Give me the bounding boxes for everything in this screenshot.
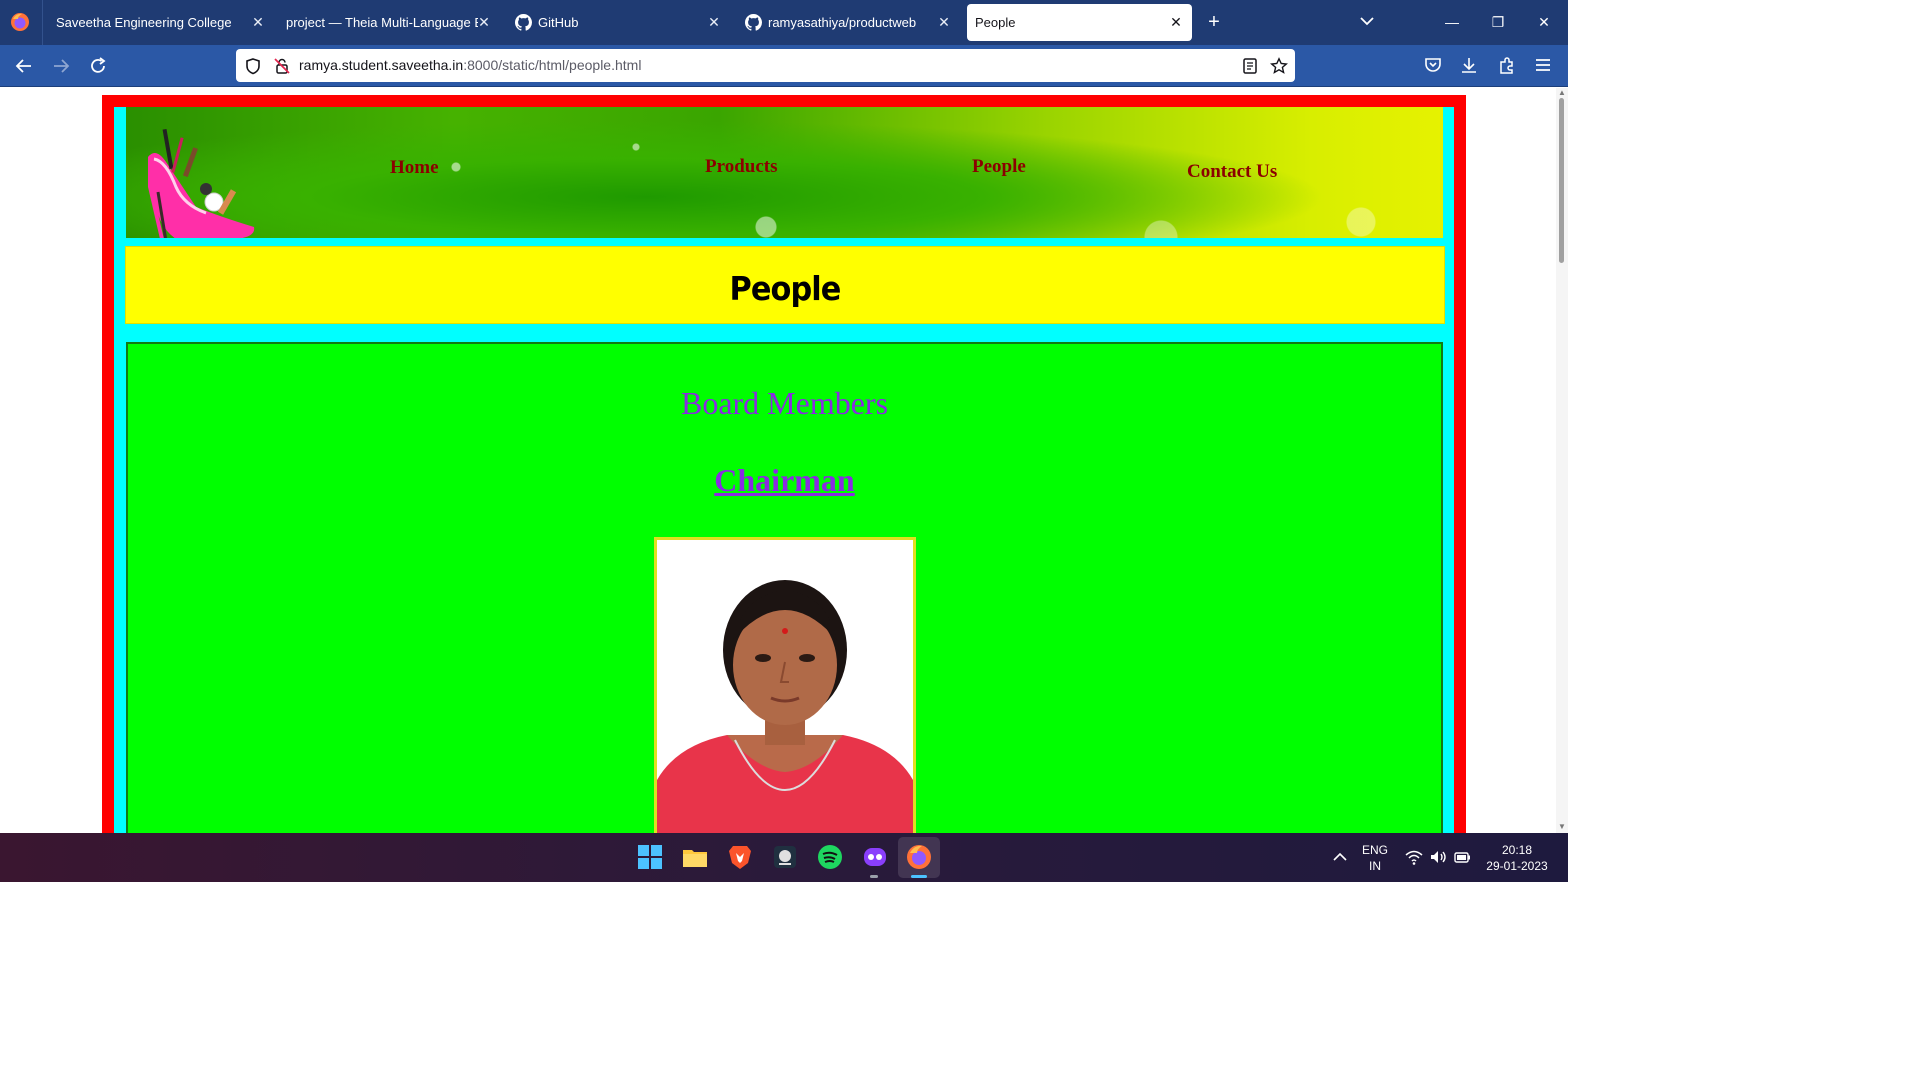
close-icon[interactable]: ✕ xyxy=(706,14,722,30)
close-icon[interactable]: ✕ xyxy=(250,14,266,30)
file-explorer-icon[interactable] xyxy=(681,843,709,871)
nav-contact-link[interactable]: Contact Us xyxy=(1187,161,1277,183)
clock-time: 20:18 xyxy=(1501,843,1533,857)
chevron-down-icon[interactable] xyxy=(1358,12,1376,30)
insecure-lock-icon[interactable] xyxy=(273,57,291,75)
forward-arrow-icon[interactable] xyxy=(50,55,72,77)
page-title: People xyxy=(729,269,842,308)
download-icon[interactable] xyxy=(1459,55,1479,75)
address-bar[interactable]: ramya.student.saveetha.in:8000/static/ht… xyxy=(236,49,1295,82)
windows-start-icon[interactable] xyxy=(636,843,664,871)
tab-label: Saveetha Engineering College xyxy=(56,15,232,30)
chairman-link[interactable]: Chairman xyxy=(128,462,1441,499)
nav-people-link[interactable]: People xyxy=(972,156,1026,178)
tab-label: GitHub xyxy=(538,15,579,30)
region-code: IN xyxy=(1369,859,1381,873)
scrollbar-thumb[interactable] xyxy=(1559,98,1564,263)
spotify-icon[interactable] xyxy=(816,843,844,871)
tab-label: ramyasathiya/productweb xyxy=(768,15,917,30)
tab-repo[interactable]: ramyasathiya/productweb ✕ xyxy=(734,4,960,41)
scroll-up-icon[interactable]: ▲ xyxy=(1558,89,1566,97)
tab-github[interactable]: GitHub ✕ xyxy=(504,4,730,41)
page-viewport: Home Products People Contact Us People B… xyxy=(0,88,1556,833)
url-path: :8000/static/html/people.html xyxy=(463,57,642,73)
clock[interactable]: 20:18 29-01-2023 xyxy=(1480,842,1554,874)
wifi-icon[interactable] xyxy=(1404,847,1424,867)
page-title-box: People xyxy=(125,246,1445,324)
volume-icon[interactable] xyxy=(1428,847,1448,867)
game-app-icon[interactable] xyxy=(771,843,799,871)
chairman-photo xyxy=(654,537,916,833)
pocket-icon[interactable] xyxy=(1423,55,1443,75)
url-text[interactable]: ramya.student.saveetha.in:8000/static/ht… xyxy=(299,57,641,73)
scroll-down-icon[interactable]: ▼ xyxy=(1558,823,1566,831)
firefox-icon[interactable] xyxy=(9,11,31,33)
tab-theia[interactable]: project — Theia Multi-Language Ex ✕ xyxy=(274,4,500,41)
page-scrollbar[interactable]: ▲ ▼ xyxy=(1556,88,1568,833)
language-code: ENG xyxy=(1361,843,1388,857)
tab-label: People xyxy=(975,15,1016,30)
language-indicator[interactable]: ENG IN xyxy=(1358,842,1392,874)
clock-date: 29-01-2023 xyxy=(1486,859,1548,873)
header-banner: Home Products People Contact Us xyxy=(126,107,1443,238)
tab-people[interactable]: People ✕ xyxy=(967,4,1192,41)
github-icon xyxy=(745,14,762,31)
windows-taskbar: ENG IN 20:18 29-01-2023 xyxy=(0,833,1568,882)
url-host: ramya.student.saveetha.in xyxy=(299,57,464,73)
close-icon[interactable]: ✕ xyxy=(476,14,492,30)
brave-browser-icon[interactable] xyxy=(726,843,754,871)
active-indicator xyxy=(911,875,927,878)
menu-icon[interactable] xyxy=(1533,55,1553,75)
tab-saveetha[interactable]: Saveetha Engineering College ✕ xyxy=(44,4,274,41)
nav-home-link[interactable]: Home xyxy=(390,157,439,179)
board-members-heading: Board Members xyxy=(680,385,889,421)
minimize-button[interactable]: — xyxy=(1442,12,1462,32)
new-tab-button[interactable]: + xyxy=(1204,12,1224,32)
person-portrait-image xyxy=(657,540,913,833)
shield-icon[interactable] xyxy=(244,57,262,75)
reader-view-icon[interactable] xyxy=(1241,57,1259,75)
extensions-icon[interactable] xyxy=(1497,55,1517,75)
tab-separator xyxy=(42,0,43,45)
shoe-logo[interactable] xyxy=(136,117,256,238)
nav-products-link[interactable]: Products xyxy=(705,156,777,178)
close-window-button[interactable]: ✕ xyxy=(1534,12,1554,32)
browser-tab-strip: Saveetha Engineering College ✕ project —… xyxy=(0,0,1568,45)
github-icon xyxy=(515,14,532,31)
reload-icon[interactable] xyxy=(87,55,109,77)
running-indicator xyxy=(870,875,878,878)
firefox-taskbar-icon[interactable] xyxy=(905,843,933,871)
mask-app-icon[interactable] xyxy=(861,843,889,871)
board-members-section: Board Members Chairman xyxy=(126,342,1443,833)
browser-toolbar: ramya.student.saveetha.in:8000/static/ht… xyxy=(0,45,1568,87)
restore-button[interactable]: ❐ xyxy=(1488,12,1508,32)
chevron-up-icon[interactable] xyxy=(1330,847,1350,867)
bookmark-star-icon[interactable] xyxy=(1270,57,1288,75)
battery-icon[interactable] xyxy=(1452,847,1472,867)
tab-label: project — Theia Multi-Language Ex xyxy=(286,15,478,30)
close-icon[interactable]: ✕ xyxy=(1168,14,1184,30)
back-arrow-icon[interactable] xyxy=(13,55,35,77)
close-icon[interactable]: ✕ xyxy=(936,14,952,30)
